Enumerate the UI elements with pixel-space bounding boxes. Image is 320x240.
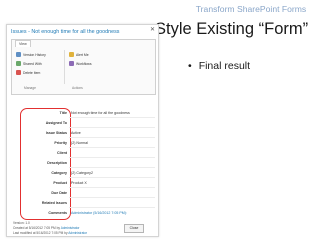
form-row-due-date: Due Date: [7, 189, 158, 198]
form-row-description: Description: [7, 159, 158, 168]
workflow-icon: [69, 61, 74, 66]
field-label: Due Date: [51, 191, 67, 195]
footer-version: Version: 1.0: [13, 221, 30, 225]
field-label: Comments: [48, 211, 67, 215]
field-label: Description: [47, 161, 67, 165]
bullet-text: Final result: [198, 60, 251, 72]
field-label: Client: [57, 151, 67, 155]
close-icon[interactable]: ✕: [150, 27, 155, 33]
field-label: Issue Status: [45, 131, 67, 135]
ribbon-tab-view[interactable]: View: [15, 40, 31, 47]
field-label: Product: [53, 181, 67, 185]
form-row-product: Product Product X: [7, 179, 158, 188]
row-divider: [69, 197, 155, 198]
field-label: Assigned To: [45, 121, 67, 125]
modified-text: Last modified at 5/16/2012 7:05 PM by: [13, 231, 68, 235]
form-row-category: Category (2) Category2: [7, 169, 158, 178]
alert-icon: [69, 52, 74, 57]
dialog-title: Issues - Not enough time for all the goo…: [11, 29, 120, 35]
version-history-icon: [16, 52, 21, 57]
row-divider: [69, 187, 155, 188]
form-row-related-issues: Related Issues: [7, 199, 158, 208]
rsep: [64, 50, 65, 84]
ribbon-group-actions: Actions: [72, 86, 83, 90]
delete-icon: [16, 70, 21, 75]
shared-with-icon: [16, 61, 21, 66]
form-row-assigned-to: Assigned To: [7, 119, 158, 128]
created-by-link[interactable]: Administrator: [61, 226, 80, 230]
bullet-item: • Final result: [188, 60, 250, 72]
version-history-button[interactable]: Version History: [16, 52, 46, 57]
alert-me-button[interactable]: Alert Me: [69, 52, 89, 57]
form-row-client: Client: [7, 149, 158, 158]
row-divider: [69, 147, 155, 148]
row-divider: [69, 127, 155, 128]
row-divider: [69, 177, 155, 178]
form-row-issue-status: Issue Status Active: [7, 129, 158, 138]
slide-header: Transform SharePoint Forms: [195, 4, 307, 14]
form-row-comments: Comments Administrator (5/16/2012 7:05 P…: [7, 209, 158, 218]
row-divider: [69, 117, 155, 118]
form-row-priority: Priority (2) Normal: [7, 139, 158, 148]
row-divider: [69, 137, 155, 138]
created-text: Created at 5/16/2012 7:05 PM by: [13, 226, 60, 230]
field-label: Related Issues: [41, 201, 67, 205]
delete-item-button[interactable]: Delete Item: [16, 70, 40, 75]
ribbon: View Version History Shared With Delete …: [11, 39, 156, 95]
row-divider: [69, 167, 155, 168]
slide-title: Style Existing “Form”: [155, 20, 309, 38]
comment-author-link[interactable]: Administrator (5/16/2012 7:05 PM):: [71, 209, 155, 218]
footer-created: Created at 5/16/2012 7:05 PM by Administ…: [13, 226, 79, 230]
row-divider: [69, 207, 155, 208]
shared-with-button[interactable]: Shared With: [16, 61, 42, 66]
ribbon-group-manage: Manage: [24, 86, 36, 90]
screenshot-dialog: Issues - Not enough time for all the goo…: [6, 24, 159, 237]
form-row-title: Title Not enough time for all the goodne…: [7, 109, 158, 118]
row-divider: [69, 157, 155, 158]
field-label: Priority: [54, 141, 67, 145]
modified-by-link[interactable]: Administrator: [68, 231, 87, 235]
field-label: Title: [59, 111, 67, 115]
field-label: Category: [51, 171, 67, 175]
workflows-button[interactable]: Workflows: [69, 61, 92, 66]
footer-modified: Last modified at 5/16/2012 7:05 PM by Ad…: [13, 231, 87, 235]
bullet-dot-icon: •: [188, 60, 192, 72]
close-button[interactable]: Close: [124, 224, 144, 233]
